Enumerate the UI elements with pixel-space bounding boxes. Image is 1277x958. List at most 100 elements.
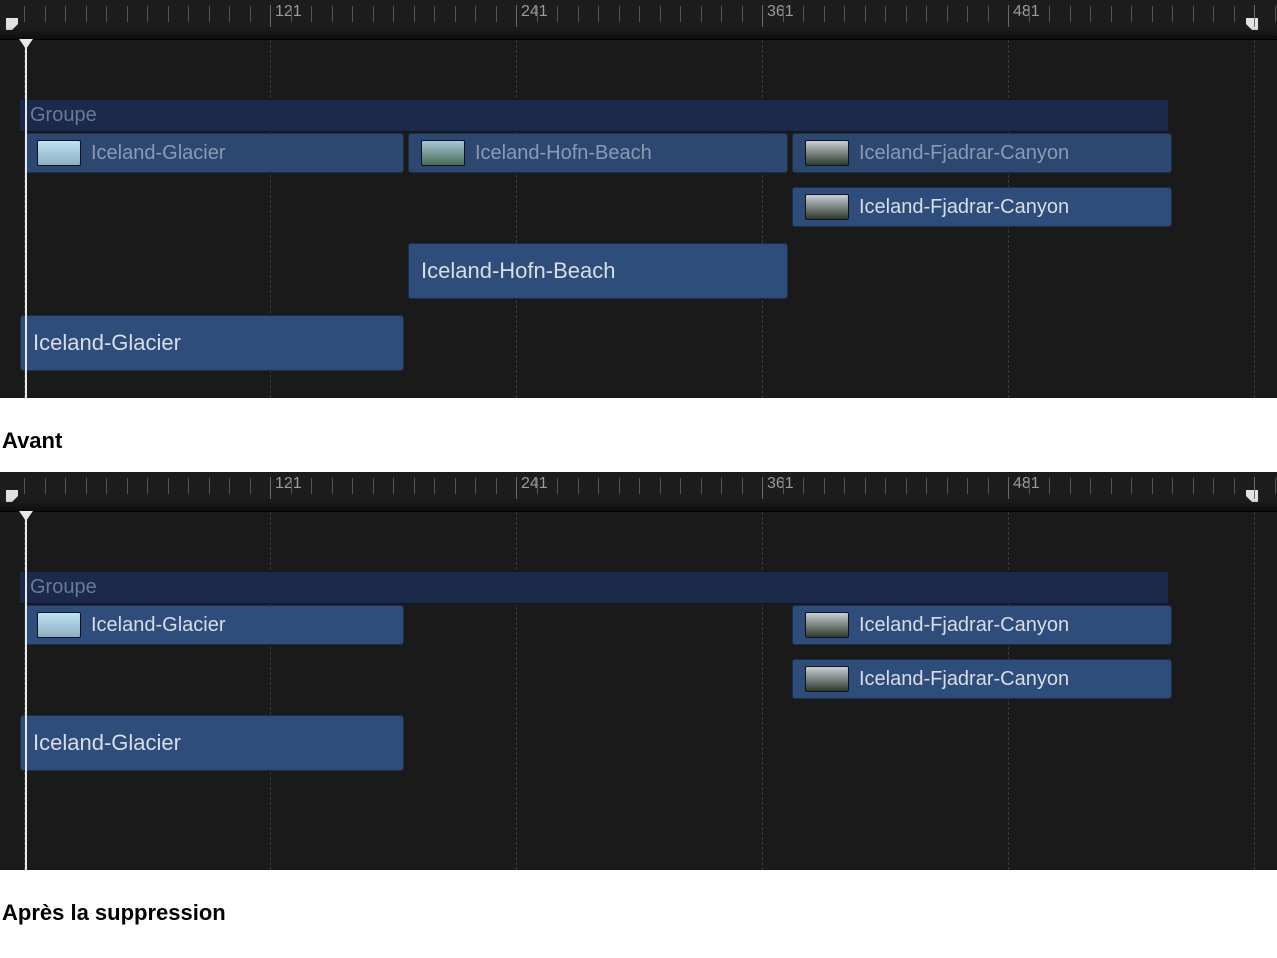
ruler-tick <box>1234 6 1235 22</box>
ruler-tick <box>906 6 907 22</box>
ruler-tick <box>270 477 271 499</box>
in-marker-icon[interactable] <box>6 18 22 36</box>
ruler-tick <box>1070 6 1071 22</box>
ruler-tick <box>1111 6 1112 22</box>
ruler-tick <box>1234 478 1235 494</box>
clip[interactable]: Iceland-Hofn-Beach <box>408 243 788 299</box>
clip-label: Iceland-Fjadrar-Canyon <box>859 614 1069 637</box>
ruler-tick <box>106 6 107 22</box>
timeline-after: 121241361481 Groupe Iceland-GlacierIcela… <box>0 472 1277 870</box>
ruler-tick <box>803 478 804 494</box>
clip[interactable]: Iceland-Fjadrar-Canyon <box>792 605 1172 645</box>
ruler-tick <box>598 6 599 22</box>
clip[interactable]: Iceland-Glacier <box>20 715 404 771</box>
track-row: Iceland-Glacier <box>0 314 1277 372</box>
ruler-tick <box>393 478 394 494</box>
ruler-tick <box>557 478 558 494</box>
ruler-label: 361 <box>767 3 794 21</box>
ruler-tick <box>332 6 333 22</box>
ruler-tick <box>762 5 763 27</box>
clip-label: Iceland-Fjadrar-Canyon <box>859 196 1069 219</box>
ruler-tick <box>147 478 148 494</box>
ruler-tick <box>619 6 620 22</box>
ruler-tick <box>311 6 312 22</box>
clip[interactable]: Iceland-Glacier <box>24 133 404 173</box>
group-header[interactable]: Groupe <box>20 572 1168 604</box>
out-marker-icon[interactable] <box>1242 18 1258 32</box>
ruler[interactable]: 121241361481 <box>0 0 1277 40</box>
ruler-tick <box>311 478 312 494</box>
ruler-tick <box>24 478 25 494</box>
ruler[interactable]: 121241361481 <box>0 472 1277 512</box>
ruler-tick <box>1193 478 1194 494</box>
ruler-tick <box>1172 6 1173 22</box>
ruler-tick <box>1070 478 1071 494</box>
ruler-tick <box>967 6 968 22</box>
ruler-tick <box>639 478 640 494</box>
in-marker-icon[interactable] <box>6 490 22 508</box>
ruler-tick <box>414 6 415 22</box>
clip-label: Iceland-Glacier <box>33 330 181 356</box>
ruler-tick <box>947 478 948 494</box>
ruler-tick <box>455 478 456 494</box>
clip-thumbnail <box>805 666 849 692</box>
clip[interactable]: Iceland-Glacier <box>24 605 404 645</box>
ruler-tick <box>721 6 722 22</box>
ruler-tick <box>373 478 374 494</box>
ruler-tick <box>701 6 702 22</box>
track-row: Iceland-Fjadrar-Canyon <box>0 658 1277 700</box>
clip[interactable]: Iceland-Fjadrar-Canyon <box>792 133 1172 173</box>
clip-thumbnail <box>421 140 465 166</box>
ruler-tick <box>229 6 230 22</box>
ruler-tick <box>45 478 46 494</box>
ruler-tick <box>844 478 845 494</box>
clip-label: Iceland-Glacier <box>91 614 226 637</box>
ruler-tick <box>496 478 497 494</box>
ruler-label: 241 <box>521 3 548 21</box>
ruler-tick <box>127 478 128 494</box>
ruler-tick <box>1090 6 1091 22</box>
ruler-tick <box>106 478 107 494</box>
ruler-tick <box>824 478 825 494</box>
ruler-tick <box>291 6 292 22</box>
ruler-tick <box>475 6 476 22</box>
group-header[interactable]: Groupe <box>20 100 1168 132</box>
ruler-tick <box>926 6 927 22</box>
ruler-tick <box>1131 478 1132 494</box>
clip[interactable]: Iceland-Glacier <box>20 315 404 371</box>
group-label: Groupe <box>30 576 97 598</box>
ruler-tick <box>332 478 333 494</box>
ruler-tick <box>1131 6 1132 22</box>
ruler-tick <box>1213 478 1214 494</box>
ruler-tick <box>619 478 620 494</box>
clip-thumbnail <box>805 612 849 638</box>
ruler-tick <box>967 478 968 494</box>
ruler-tick <box>988 478 989 494</box>
ruler-tick <box>168 478 169 494</box>
ruler-tick <box>803 6 804 22</box>
out-marker-icon[interactable] <box>1242 490 1258 504</box>
ruler-tick <box>1029 6 1030 22</box>
track-row: Iceland-Hofn-Beach <box>0 242 1277 300</box>
clip[interactable]: Iceland-Hofn-Beach <box>408 133 788 173</box>
ruler-tick <box>86 478 87 494</box>
ruler-tick <box>1254 5 1255 27</box>
ruler-tick <box>516 477 517 499</box>
clip[interactable]: Iceland-Fjadrar-Canyon <box>792 659 1172 699</box>
ruler-tick <box>885 478 886 494</box>
clip-label: Iceland-Fjadrar-Canyon <box>859 668 1069 691</box>
ruler-tick <box>680 6 681 22</box>
ruler-tick <box>24 6 25 22</box>
ruler-tick <box>209 6 210 22</box>
clip-thumbnail <box>805 194 849 220</box>
ruler-tick <box>988 6 989 22</box>
ruler-tick <box>537 6 538 22</box>
ruler-label: 241 <box>521 475 548 493</box>
ruler-tick <box>578 478 579 494</box>
ruler-tick <box>742 478 743 494</box>
track-row: Iceland-Glacier Iceland-Fjadrar-Canyon <box>0 604 1277 646</box>
ruler-tick <box>701 478 702 494</box>
clip[interactable]: Iceland-Fjadrar-Canyon <box>792 187 1172 227</box>
ruler-tick <box>660 6 661 22</box>
ruler-tick <box>885 6 886 22</box>
